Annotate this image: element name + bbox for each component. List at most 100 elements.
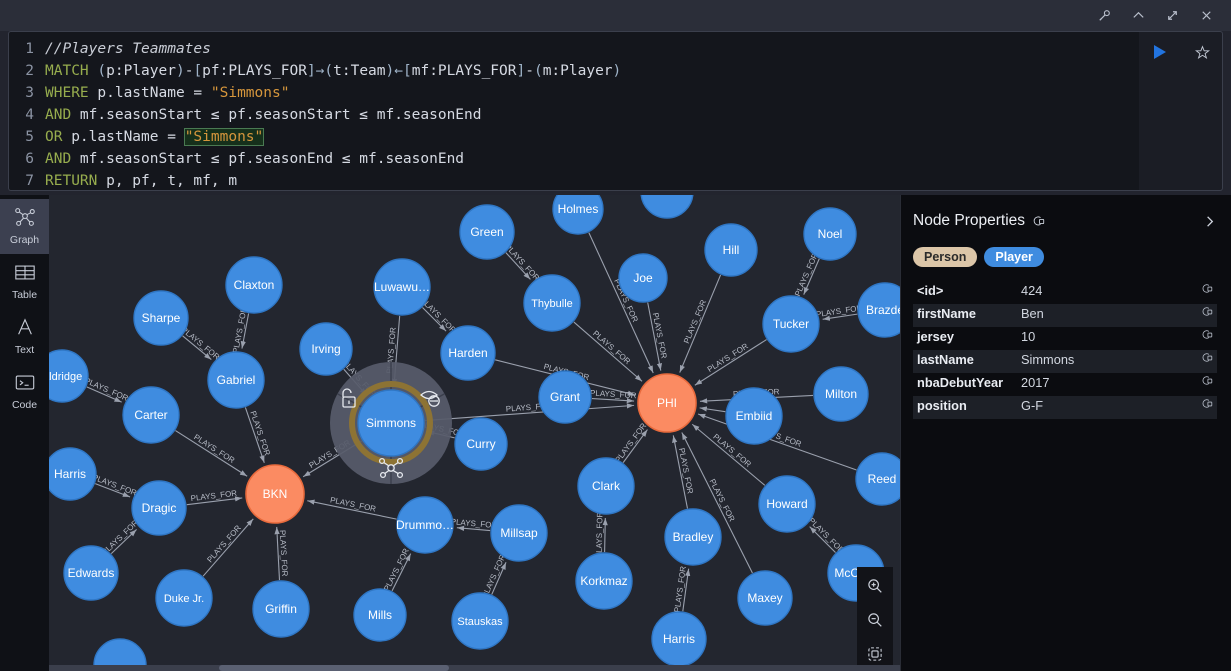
copy-icon[interactable] [1032,215,1045,228]
graph-node-player[interactable]: Milton [813,366,869,422]
graph-edge[interactable]: PLAYS_FOR [83,376,129,403]
graph-node-player[interactable]: Sharpe [133,290,189,346]
graph-node-player[interactable]: Millsap [490,504,548,562]
graph-node-player[interactable]: Edwards [63,545,119,601]
graph-node-player[interactable]: Hill [704,223,758,277]
graph-node-player[interactable]: Harris [49,447,97,501]
graph-edge[interactable]: PLAYS_FOR [793,251,820,297]
graph-edge[interactable]: PLAYS_FOR [202,518,254,577]
graph-node-player[interactable]: Griffin [252,580,310,638]
graph-edge[interactable]: PLAYS_FOR [274,526,290,581]
graph-visualization[interactable]: PLAYS_FORPLAYS_FORPLAYS_FORPLAYS_FORPLAY… [49,195,900,665]
graph-node-player[interactable]: Korkmaz [575,552,633,610]
graph-edge[interactable]: PLAYS_FOR [647,302,669,371]
edge-label: PLAYS_FOR [595,511,605,558]
node-label: Brazde [866,303,900,317]
copy-icon[interactable] [1195,306,1213,318]
graph-node-player[interactable]: Tucker [762,295,820,353]
graph-node-player[interactable]: Bradley [664,508,722,566]
chevron-right-icon[interactable] [1202,214,1217,229]
fit-to-screen-button[interactable] [860,641,890,667]
graph-edge[interactable]: PLAYS_FOR [91,473,138,498]
graph-node-player[interactable]: Clark [577,457,635,515]
graph-node-player[interactable]: Claxton [225,256,283,314]
graph-node-player[interactable]: Joe [618,253,668,303]
scrollbar-thumb[interactable] [219,665,449,671]
copy-icon[interactable] [1195,329,1213,341]
sidebar-item-code[interactable]: Code [0,364,49,419]
graph-node-player[interactable]: Noel [803,207,857,261]
graph-node-player[interactable] [640,195,694,219]
graph-edge[interactable] [699,406,726,413]
graph-node-team[interactable]: PHI [637,373,697,433]
graph-node-player[interactable]: Brazde [857,282,900,338]
close-icon[interactable] [1189,3,1223,29]
graph-node-player[interactable]: Duke Jr. [155,569,213,627]
cypher-query-editor[interactable]: 1 //Players Teammates 2 MATCH (p:Player)… [8,31,1139,191]
graph-edge[interactable]: PLAYS_FOR [480,553,507,599]
pin-icon[interactable] [1087,3,1121,29]
graph-node-player[interactable]: Harris [651,611,707,665]
zoom-in-button[interactable] [860,573,890,599]
graph-node-player[interactable]: Drummo… [396,496,454,554]
graph-edge[interactable]: PLAYS_FOR [590,388,637,404]
status-badge-person[interactable]: Person [913,247,978,267]
copy-icon[interactable] [1195,283,1213,295]
graph-node-player[interactable]: Dragic [131,480,187,536]
graph-edge[interactable]: PLAYS_FOR [231,306,250,354]
graph-edge[interactable]: PLAYS_FOR [595,511,608,558]
copy-icon[interactable] [1195,375,1213,387]
favorite-icon[interactable] [1181,32,1223,72]
graph-edge[interactable]: PLAYS_FOR [180,325,222,362]
graph-node-player[interactable]: Green [459,204,515,260]
graph-edge[interactable]: PLAYS_FOR [382,547,412,593]
graph-edge[interactable]: PLAYS_FOR [244,407,272,463]
graph-node-player[interactable]: Reed [855,452,900,506]
sidebar-item-graph[interactable]: Graph [0,199,49,254]
graph-edge[interactable]: PLAYS_FOR [815,303,863,321]
run-query-button[interactable] [1149,42,1169,62]
graph-node-player[interactable]: Holmes [552,195,604,235]
sidebar-item-text[interactable]: Text [0,309,49,364]
graph-node-player[interactable] [93,638,147,665]
graph-node-player[interactable]: Thybulle [523,274,581,332]
node-label: Clark [592,479,621,493]
download-icon[interactable] [1223,32,1231,72]
graph-edge[interactable]: PLAYS_FOR [694,339,767,386]
graph-node-player[interactable]: Grant [538,370,592,424]
graph-node-player[interactable]: Stauskas [451,592,509,650]
copy-icon[interactable] [1195,352,1213,364]
graph-node-player[interactable]: Gabriel [207,351,265,409]
graph-node-player[interactable]: Simmons [357,389,425,457]
graph-edge[interactable]: PLAYS_FOR [679,274,722,373]
zoom-out-button[interactable] [860,607,890,633]
graph-node-player[interactable]: Mills [353,588,407,642]
expand-icon[interactable] [1155,3,1189,29]
graph-node-player[interactable]: Carter [122,386,180,444]
edge-label: PLAYS_FOR [706,341,750,374]
graph-node-player[interactable]: Irving [299,322,353,376]
graph-node-player[interactable]: Curry [454,417,508,471]
graph-node-player[interactable]: Embiid [725,387,783,445]
graph-node-player[interactable]: Harden [440,325,496,381]
graph-canvas[interactable]: PLAYS_FOR PLAYS_FOR PLAYS_FOR PLAYS_FOR PLAY… [49,195,900,665]
graph-nodes[interactable]: Holmes Green Hill Noel Joe Claxton Luwawu… Thyb… [49,195,900,665]
status-badge-player[interactable]: Player [984,247,1044,267]
graph-edge[interactable]: PLAYS_FOR [424,401,635,422]
graph-edge[interactable]: PLAYS_FOR [186,489,243,506]
graph-edge[interactable]: PLAYS_FOR [175,430,248,477]
graph-edge[interactable]: PLAYS_FOR [613,421,648,464]
graph-node-player[interactable]: Aldridge [49,349,89,403]
graph-edge[interactable]: PLAYS_FOR [307,495,397,520]
graph-node-player[interactable]: Howard [758,475,816,533]
graph-node-player[interactable]: Luwawu… [373,258,431,316]
sidebar-item-table[interactable]: Table [0,254,49,309]
graph-edge[interactable]: PLAYS_FOR [672,435,695,509]
graph-node-player[interactable]: Maxey [737,570,793,626]
chevron-up-icon[interactable] [1121,3,1155,29]
graph-edge[interactable]: PLAYS_FOR [673,565,691,613]
copy-icon[interactable] [1195,398,1213,410]
graph-node-team[interactable]: BKN [245,464,305,524]
graph-edge[interactable]: PLAYS_FOR [450,517,498,532]
node-label: PHI [657,396,677,410]
